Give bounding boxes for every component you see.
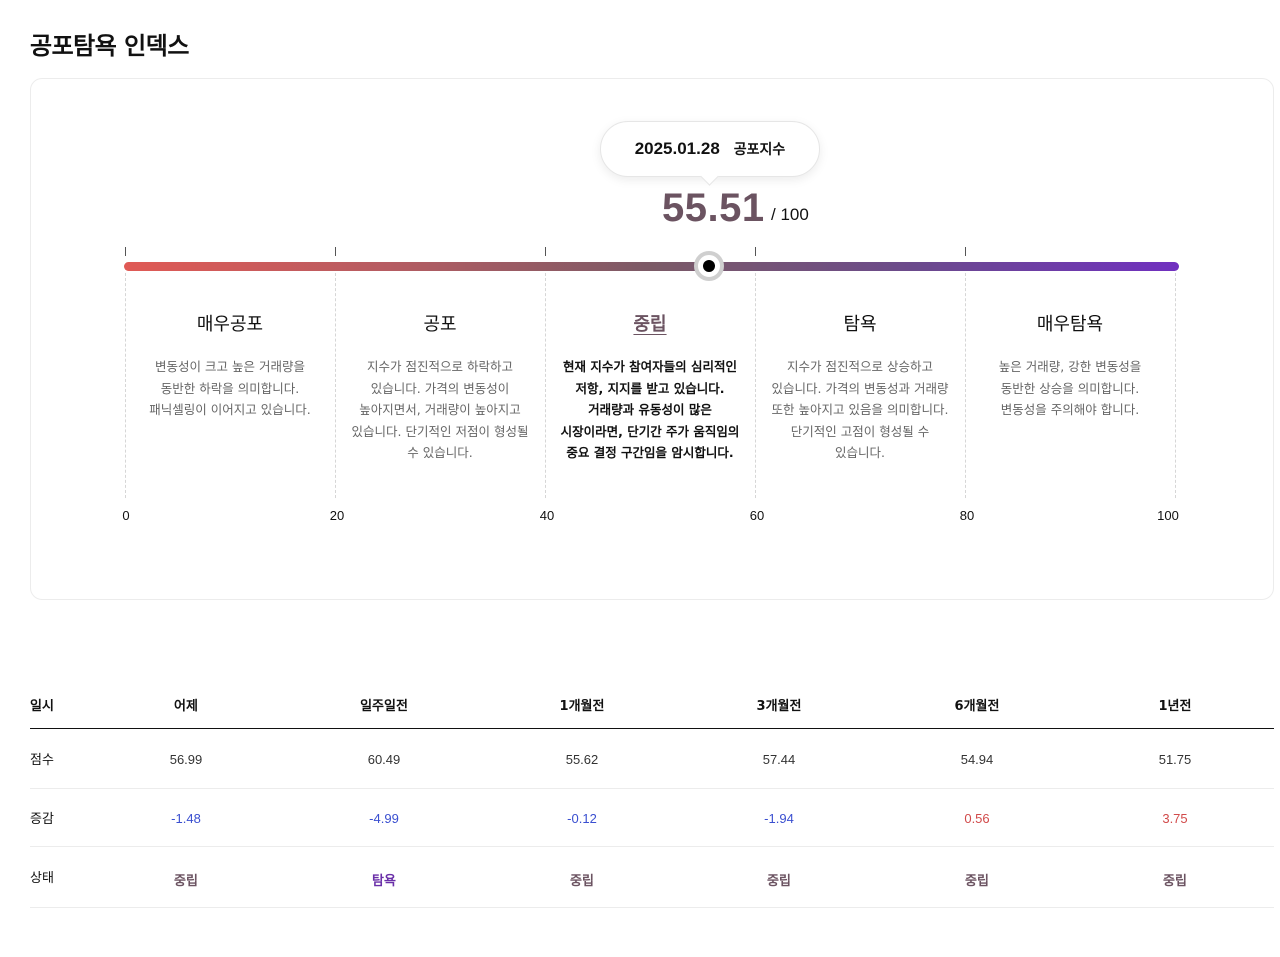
score-cell: 56.99 — [169, 752, 203, 767]
row-label-change: 증감 — [30, 812, 54, 827]
header-cell: 3개월전 — [756, 699, 802, 714]
header-cell: 6개월전 — [954, 699, 1000, 714]
zone-greed: 탐욕 지수가 점진적으로 상승하고 있습니다. 가격의 변동성과 거래량 또한 … — [770, 310, 950, 464]
status-cell: 중립 — [174, 874, 198, 889]
status-cell: 탐욕 — [372, 874, 396, 889]
zone-desc: 높은 거래량, 강한 변동성을 동반한 상승을 의미합니다. 변동성을 주의해야… — [998, 359, 1142, 417]
change-cell: 3.75 — [1162, 811, 1188, 826]
change-cell: 0.56 — [964, 811, 990, 826]
score-cell: 60.49 — [367, 752, 401, 767]
zone-divider — [755, 273, 756, 498]
zone-divider — [335, 273, 336, 498]
gauge-marker-dot — [703, 260, 715, 272]
row-label-score: 점수 — [30, 753, 54, 768]
status-cell: 중립 — [570, 874, 594, 889]
status-cell: 중립 — [767, 874, 791, 889]
zone-title-active: 중립 — [633, 314, 667, 335]
score-max: / 100 — [771, 205, 809, 224]
gauge-bar — [124, 262, 1179, 271]
zone-divider — [1175, 273, 1176, 498]
history-table: 일시 어제 일주일전 1개월전 3개월전 6개월전 1년전 점수 56.99 6… — [30, 676, 1274, 908]
zone-desc: 지수가 점진적으로 하락하고 있습니다. 가격의 변동성이 높아지면서, 거래량… — [351, 359, 529, 460]
zone-title: 매우탐욕 — [1036, 314, 1104, 335]
zone-title: 매우공포 — [196, 314, 264, 335]
tooltip-index-label: 공포지수 — [733, 142, 786, 158]
header-cell: 어제 — [174, 699, 198, 714]
score-cell: 54.94 — [960, 752, 994, 767]
row-label-status: 상태 — [30, 871, 54, 886]
tick-label: 60 — [749, 508, 765, 523]
change-cell: -4.99 — [369, 811, 399, 826]
zone-fear: 공포 지수가 점진적으로 하락하고 있습니다. 가격의 변동성이 높아지면서, … — [350, 310, 530, 464]
tick-mark — [335, 247, 336, 256]
zone-desc: 지수가 점진적으로 상승하고 있습니다. 가격의 변동성과 거래량 또한 높아지… — [771, 359, 949, 460]
row-label-period: 일시 — [30, 699, 54, 714]
change-cell: -1.94 — [764, 811, 794, 826]
zone-neutral: 중립 현재 지수가 참여자들의 심리적인 저항, 지지를 받고 있습니다. 거래… — [560, 310, 740, 464]
tick-label: 20 — [329, 508, 345, 523]
change-cell: -1.48 — [171, 811, 201, 826]
zone-divider — [545, 273, 546, 498]
zone-extreme-fear: 매우공포 변동성이 크고 높은 거래량을 동반한 하락을 의미합니다. 패닉셀링… — [140, 310, 320, 421]
tick-label: 0 — [122, 508, 130, 523]
table-row-status: 상태 중립 탐욕 중립 중립 중립 중립 — [30, 847, 1274, 908]
zone-extreme-greed: 매우탐욕 높은 거래량, 강한 변동성을 동반한 상승을 의미합니다. 변동성을… — [980, 310, 1160, 421]
tick-label: 80 — [959, 508, 975, 523]
score-cell: 57.44 — [762, 752, 796, 767]
status-cell: 중립 — [965, 874, 989, 889]
table-row-score: 점수 56.99 60.49 55.62 57.44 54.94 51.75 — [30, 729, 1274, 789]
tick-label: 100 — [1157, 508, 1179, 523]
score-value: 55.51 — [662, 186, 765, 230]
zone-divider — [965, 273, 966, 498]
score-cell: 51.75 — [1158, 752, 1192, 767]
table-header-row: 일시 어제 일주일전 1개월전 3개월전 6개월전 1년전 — [30, 676, 1274, 729]
score-cell: 55.62 — [565, 752, 599, 767]
zone-desc-active: 현재 지수가 참여자들의 심리적인 저항, 지지를 받고 있습니다. 거래량과 … — [560, 359, 740, 460]
change-cell: -0.12 — [567, 811, 597, 826]
tick-mark — [545, 247, 546, 256]
page-title: 공포탐욕 인덱스 — [30, 32, 189, 60]
score-tooltip: 2025.01.28 공포지수 — [600, 121, 820, 177]
header-cell: 1개월전 — [559, 699, 605, 714]
tooltip-date: 2025.01.28 — [634, 139, 720, 158]
zone-title: 공포 — [423, 314, 457, 335]
zone-desc: 변동성이 크고 높은 거래량을 동반한 하락을 의미합니다. 패닉셀링이 이어지… — [149, 359, 311, 417]
header-cell: 일주일전 — [360, 699, 408, 714]
header-cell: 1년전 — [1158, 699, 1192, 714]
table-row-change: 증감 -1.48 -4.99 -0.12 -1.94 0.56 3.75 — [30, 789, 1274, 847]
tick-mark — [755, 247, 756, 256]
status-cell: 중립 — [1163, 874, 1187, 889]
zone-divider — [125, 273, 126, 498]
tick-mark — [125, 247, 126, 256]
tick-label: 40 — [539, 508, 555, 523]
tick-mark — [965, 247, 966, 256]
zone-title: 탐욕 — [843, 314, 877, 335]
